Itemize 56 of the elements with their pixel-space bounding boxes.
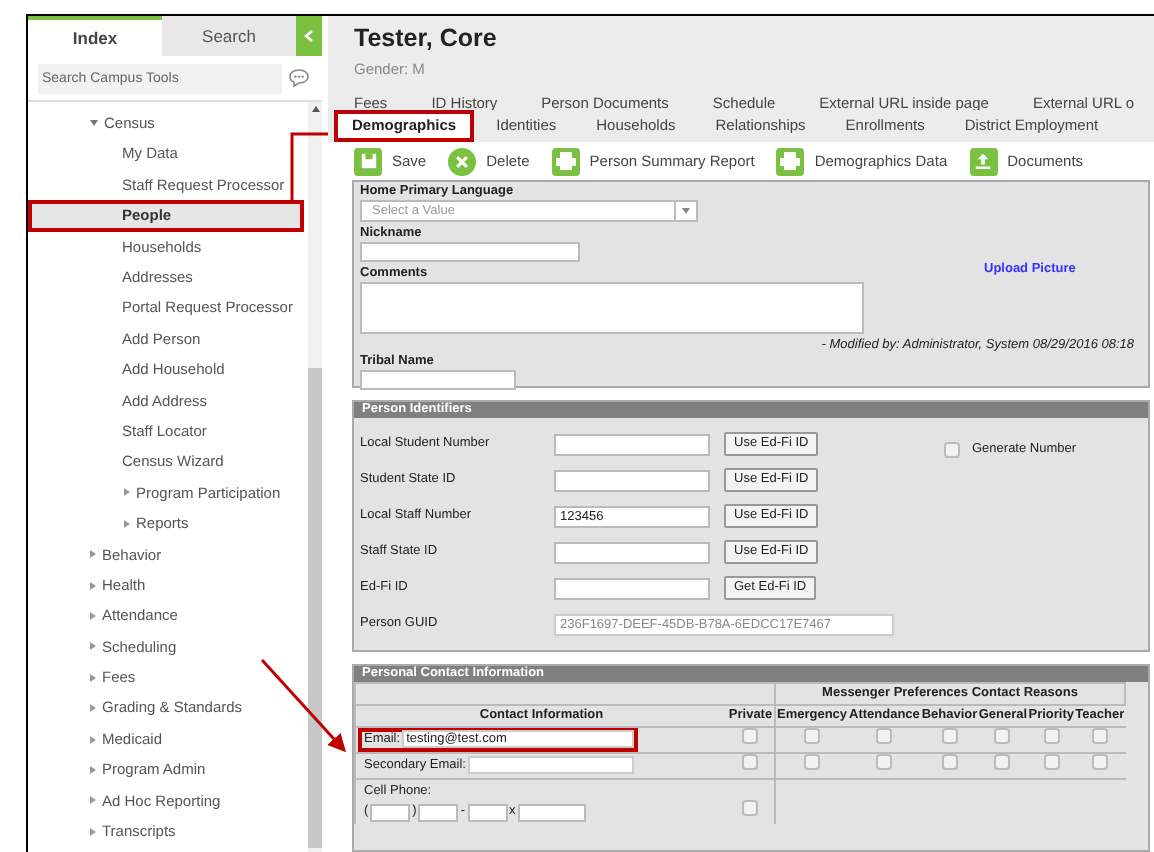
checkbox[interactable]	[876, 753, 893, 770]
email-field[interactable]	[467, 756, 634, 774]
collapsed-triangle-icon	[124, 488, 130, 497]
checkbox[interactable]	[941, 753, 958, 770]
checkbox[interactable]	[742, 800, 759, 817]
id-field[interactable]	[554, 433, 710, 455]
person-name: Tester, Core	[354, 24, 499, 54]
collapsed-triangle-icon	[90, 581, 96, 590]
scroll-up-icon[interactable]	[311, 106, 319, 112]
nickname-field[interactable]	[360, 242, 580, 262]
collapsed-triangle-icon	[90, 642, 96, 651]
delete-icon	[448, 147, 477, 175]
checkbox[interactable]	[994, 753, 1011, 770]
tribal-name-field[interactable]	[360, 370, 516, 390]
checkbox[interactable]	[876, 727, 893, 744]
checkbox[interactable]	[742, 753, 759, 770]
collapsed-triangle-icon	[90, 611, 96, 620]
checkbox[interactable]	[944, 441, 960, 458]
printer-icon	[776, 147, 805, 175]
checkbox[interactable]	[804, 727, 821, 744]
phone-field[interactable]	[467, 803, 508, 822]
phone-field[interactable]	[517, 803, 586, 822]
leader-line	[290, 132, 328, 204]
printer-icon	[551, 147, 580, 175]
collapsed-triangle-icon	[90, 827, 96, 836]
checkbox[interactable]	[804, 753, 821, 770]
phone-field[interactable]	[370, 803, 411, 822]
checkbox[interactable]	[1091, 727, 1108, 744]
checkbox[interactable]	[1043, 727, 1060, 744]
collapsed-triangle-icon	[90, 765, 96, 774]
checkbox[interactable]	[994, 727, 1011, 744]
id-field[interactable]	[554, 541, 710, 563]
collapsed-triangle-icon	[90, 673, 96, 682]
checkbox[interactable]	[742, 727, 759, 744]
annotation-arrow	[260, 659, 346, 753]
collapsed-triangle-icon	[90, 735, 96, 743]
id-field[interactable]	[554, 469, 710, 491]
chat-bubble-icon[interactable]	[288, 68, 310, 88]
checkbox[interactable]	[941, 727, 958, 744]
phone-field[interactable]	[418, 803, 459, 822]
collapse-button[interactable]	[296, 16, 322, 56]
checkbox[interactable]	[1091, 753, 1108, 770]
chevron-left-icon	[304, 30, 314, 42]
dropdown-caret-icon	[682, 208, 690, 214]
checkbox[interactable]	[1043, 753, 1060, 770]
expanded-triangle-icon	[90, 120, 98, 127]
collapsed-triangle-icon	[90, 704, 96, 713]
collapsed-triangle-icon	[90, 796, 96, 805]
upload-icon	[969, 147, 998, 175]
scrollbar[interactable]	[308, 102, 322, 852]
save-icon	[354, 147, 382, 175]
collapsed-triangle-icon	[124, 519, 130, 528]
id-field[interactable]	[554, 577, 710, 599]
sidebar-tab[interactable]: Search	[162, 16, 296, 56]
collapsed-triangle-icon	[90, 550, 96, 559]
comments-field[interactable]	[360, 282, 864, 334]
